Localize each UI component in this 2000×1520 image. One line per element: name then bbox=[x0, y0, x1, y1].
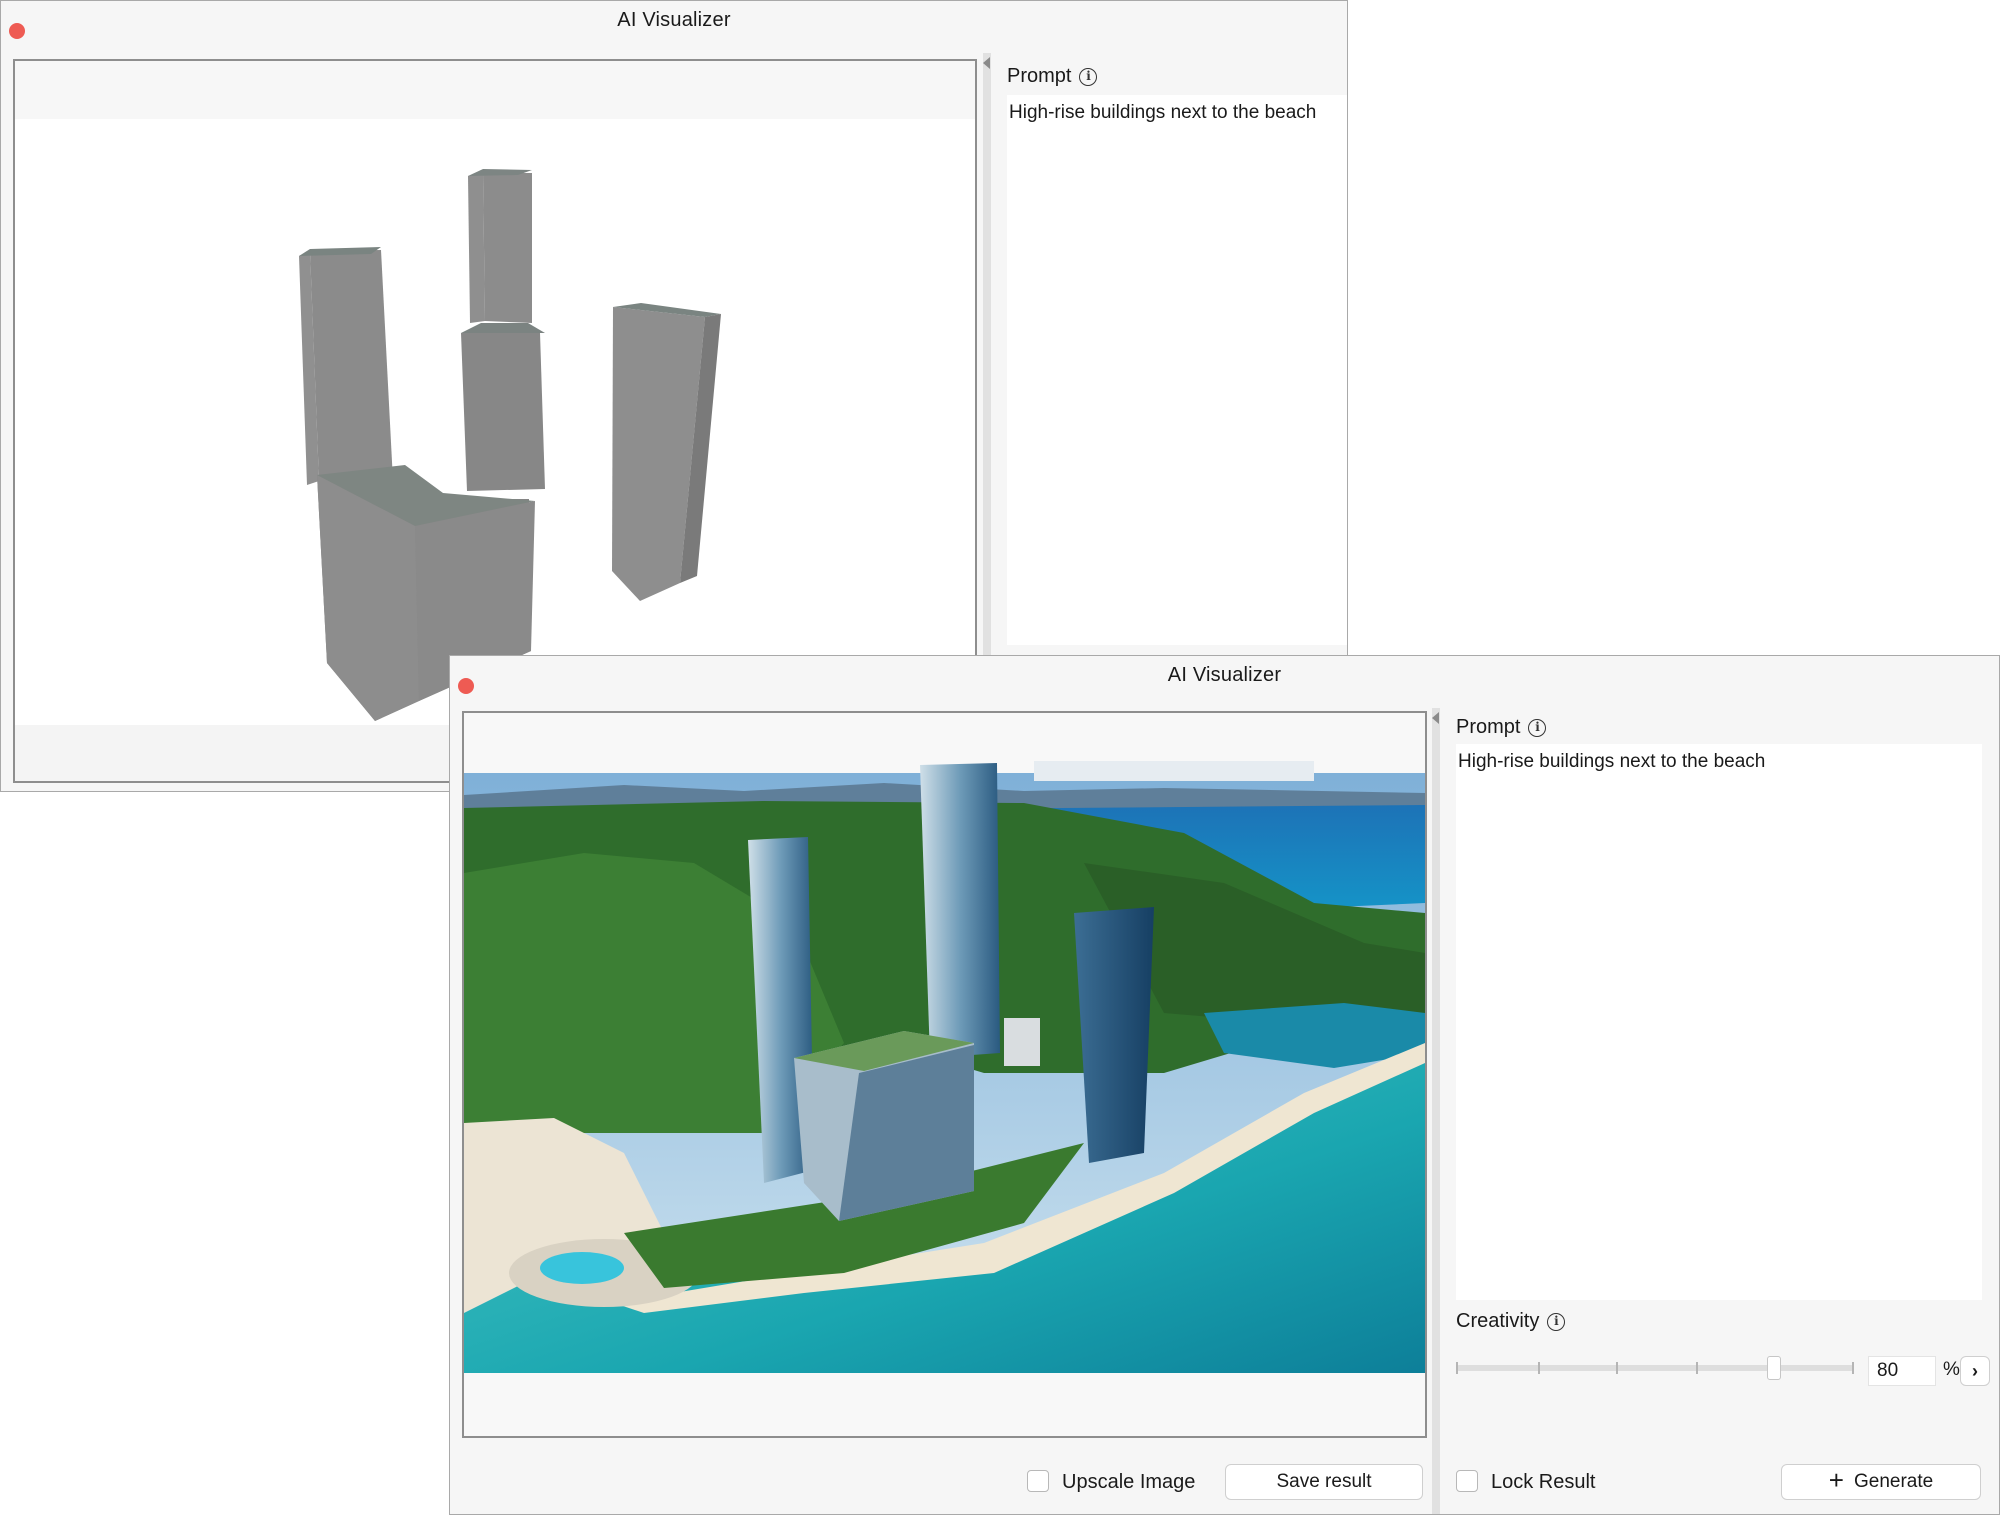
pane-splitter[interactable] bbox=[1432, 708, 1440, 1514]
front-window-titlebar[interactable]: AI Visualizer bbox=[450, 656, 1999, 700]
percent-unit: % bbox=[1943, 1359, 1960, 1380]
window-title: AI Visualizer bbox=[1167, 664, 1282, 686]
creativity-slider[interactable] bbox=[1456, 1356, 1854, 1386]
prompt-input[interactable]: High-rise buildings next to the beach bbox=[1456, 744, 1982, 1300]
collapse-left-icon[interactable] bbox=[983, 57, 990, 69]
prompt-label: Prompt i bbox=[1007, 65, 1098, 88]
upscale-image-label: Upscale Image bbox=[1062, 1471, 1196, 1493]
prompt-label: Prompt i bbox=[1456, 716, 1547, 739]
save-result-button[interactable]: Save result bbox=[1225, 1464, 1423, 1500]
window-title: AI Visualizer bbox=[617, 9, 731, 31]
slider-tick bbox=[1696, 1362, 1698, 1374]
slider-tick bbox=[1852, 1362, 1854, 1374]
front-window: AI Visualizer Prompt i High-rise buildin… bbox=[449, 655, 2000, 1515]
lock-result-checkbox[interactable] bbox=[1456, 1470, 1478, 1492]
generated-beach-image bbox=[464, 713, 1425, 1373]
collapse-left-icon[interactable] bbox=[1432, 712, 1439, 724]
creativity-label: Creativity i bbox=[1456, 1310, 1566, 1333]
slider-tick bbox=[1456, 1362, 1458, 1374]
upscale-image-checkbox[interactable] bbox=[1027, 1470, 1049, 1492]
slider-tick bbox=[1616, 1362, 1618, 1374]
result-viewport[interactable] bbox=[462, 711, 1427, 1438]
slider-track[interactable] bbox=[1456, 1365, 1854, 1371]
creativity-value-input[interactable] bbox=[1868, 1356, 1936, 1386]
prompt-input[interactable]: High-rise buildings next to the beach bbox=[1007, 95, 1347, 645]
slider-tick bbox=[1538, 1362, 1540, 1374]
slider-thumb[interactable] bbox=[1767, 1356, 1781, 1380]
info-icon[interactable]: i bbox=[1079, 67, 1098, 86]
back-window-titlebar[interactable]: AI Visualizer bbox=[1, 1, 1347, 45]
generate-button[interactable]: + Generate bbox=[1781, 1464, 1981, 1500]
lock-result-label: Lock Result bbox=[1491, 1471, 1596, 1493]
chevron-right-icon[interactable]: › bbox=[1960, 1356, 1990, 1386]
info-icon[interactable]: i bbox=[1547, 1312, 1566, 1331]
plus-icon: + bbox=[1828, 1465, 1844, 1495]
info-icon[interactable]: i bbox=[1528, 718, 1547, 737]
